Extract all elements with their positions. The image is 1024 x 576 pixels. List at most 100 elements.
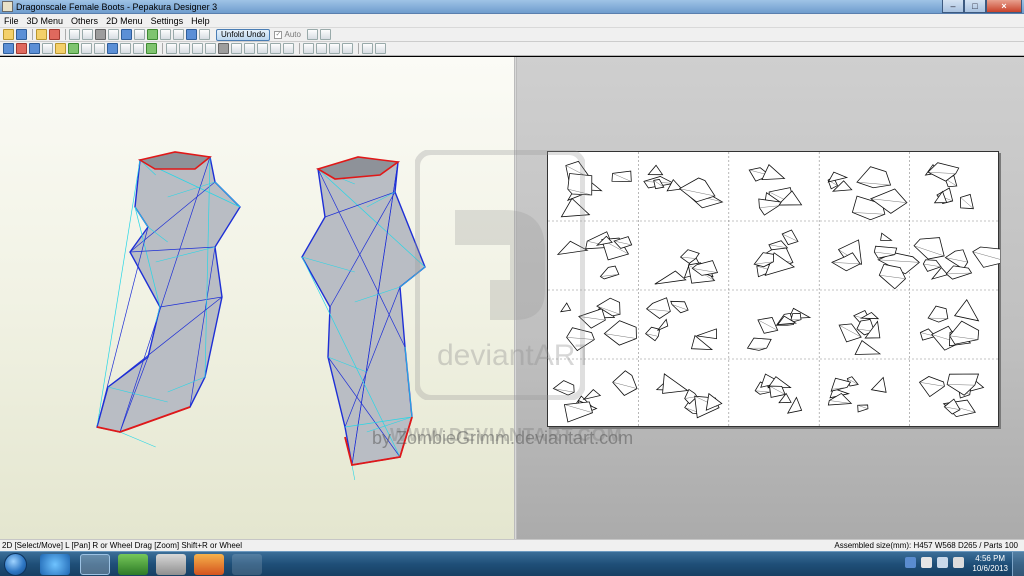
explorer-icon[interactable] [80, 554, 110, 575]
paper-part[interactable] [582, 389, 602, 401]
pan-icon[interactable] [205, 43, 216, 54]
zoom-in-icon[interactable] [306, 29, 318, 40]
number-icon[interactable] [81, 43, 92, 54]
join-icon[interactable] [121, 29, 132, 40]
zoom-out-icon[interactable] [319, 29, 331, 40]
show-desktop-button[interactable] [1012, 552, 1024, 576]
paper-part[interactable] [769, 385, 786, 398]
paper-part[interactable] [611, 170, 632, 182]
paper-part[interactable] [761, 164, 786, 181]
help-icon[interactable] [905, 557, 916, 568]
move-icon[interactable] [82, 29, 93, 40]
menu-3d[interactable]: 3D Menu [23, 14, 68, 28]
paper-part[interactable] [790, 312, 802, 323]
paper-part[interactable] [654, 270, 687, 285]
pattern-sheet[interactable] [547, 151, 1009, 428]
signal-icon[interactable] [937, 557, 948, 568]
paper-part[interactable] [578, 308, 606, 329]
texture-icon[interactable] [147, 29, 158, 40]
rotate-icon[interactable] [69, 29, 80, 40]
start-button[interactable] [4, 553, 27, 576]
pepakura-icon[interactable] [118, 554, 148, 575]
pointer-icon[interactable] [16, 43, 27, 54]
paper-part[interactable] [647, 164, 664, 176]
select-icon[interactable] [3, 43, 14, 54]
text-icon[interactable] [107, 43, 118, 54]
undo-icon[interactable] [133, 43, 144, 54]
color-icon[interactable] [68, 43, 79, 54]
paper-part[interactable] [567, 173, 593, 196]
paper-part[interactable] [953, 298, 980, 322]
save-icon[interactable] [16, 29, 27, 40]
paper-part[interactable] [960, 193, 974, 210]
paper-part[interactable] [603, 320, 637, 346]
cut-icon[interactable] [257, 43, 268, 54]
paper-part[interactable] [556, 240, 589, 256]
layout-icon[interactable] [29, 43, 40, 54]
camera-icon[interactable] [218, 43, 229, 54]
mountain-icon[interactable] [270, 43, 281, 54]
menu-help[interactable]: Help [187, 14, 214, 28]
view-3d[interactable] [0, 57, 514, 539]
edge-icon[interactable] [95, 29, 106, 40]
valley-icon[interactable] [283, 43, 294, 54]
folder-icon[interactable] [194, 554, 224, 575]
paper-part[interactable] [827, 171, 849, 183]
distribute-icon[interactable] [342, 43, 353, 54]
paper-part[interactable] [696, 328, 717, 340]
fold-icon[interactable] [94, 43, 105, 54]
paper-part[interactable] [552, 380, 575, 396]
paper-part[interactable] [854, 340, 882, 355]
scale-icon[interactable] [192, 43, 203, 54]
paper-part[interactable] [662, 373, 689, 394]
paper-part[interactable] [758, 198, 782, 216]
model-icon[interactable] [49, 29, 60, 40]
close-button[interactable]: × [986, 0, 1022, 13]
paper-part[interactable] [559, 302, 572, 313]
paper-part[interactable] [945, 265, 973, 280]
paper-part[interactable] [918, 376, 945, 398]
menu-2d[interactable]: 2D Menu [102, 14, 147, 28]
grid-icon[interactable] [42, 43, 53, 54]
menu-others[interactable]: Others [67, 14, 102, 28]
menu-file[interactable]: File [0, 14, 23, 28]
magnet-icon[interactable] [120, 43, 131, 54]
paper-part[interactable] [657, 318, 669, 331]
paper-part[interactable] [880, 232, 893, 241]
menu-settings[interactable]: Settings [147, 14, 188, 28]
paper-icon[interactable] [186, 29, 197, 40]
flap-icon[interactable] [108, 29, 119, 40]
paper-part[interactable] [746, 337, 772, 351]
open-icon[interactable] [3, 29, 14, 40]
media-icon[interactable] [156, 554, 186, 575]
align-right-icon[interactable] [329, 43, 340, 54]
paper-part[interactable] [645, 297, 671, 319]
align-left-icon[interactable] [303, 43, 314, 54]
unfold-undo-button[interactable]: Unfold Undo [216, 28, 271, 41]
paper-part[interactable] [599, 265, 620, 280]
face-icon[interactable] [173, 29, 184, 40]
paper-part[interactable] [781, 229, 799, 246]
ie-icon[interactable] [40, 554, 70, 575]
align-center-icon[interactable] [316, 43, 327, 54]
paper-part[interactable] [563, 401, 594, 423]
line-icon[interactable] [160, 29, 171, 40]
check-icon[interactable] [146, 43, 157, 54]
fit-view-icon[interactable] [375, 43, 386, 54]
clock[interactable]: 4:56 PM 10/6/2013 [972, 554, 1008, 574]
paper-part[interactable] [870, 376, 887, 393]
minimize-button[interactable]: – [942, 0, 964, 13]
paste-icon[interactable] [179, 43, 190, 54]
light-icon[interactable] [244, 43, 255, 54]
paper-part[interactable] [972, 246, 1009, 268]
split-icon[interactable] [134, 29, 145, 40]
network-icon[interactable] [232, 554, 262, 575]
paper-part[interactable] [949, 320, 980, 345]
edge-toggle-icon[interactable] [166, 43, 177, 54]
zoom-window-icon[interactable] [362, 43, 373, 54]
paper-part[interactable] [927, 305, 949, 323]
paper-part[interactable] [913, 237, 945, 260]
paper-part[interactable] [560, 197, 591, 218]
maximize-button[interactable]: □ [964, 0, 986, 13]
auto-checkbox[interactable]: ✓ Auto [274, 30, 301, 39]
